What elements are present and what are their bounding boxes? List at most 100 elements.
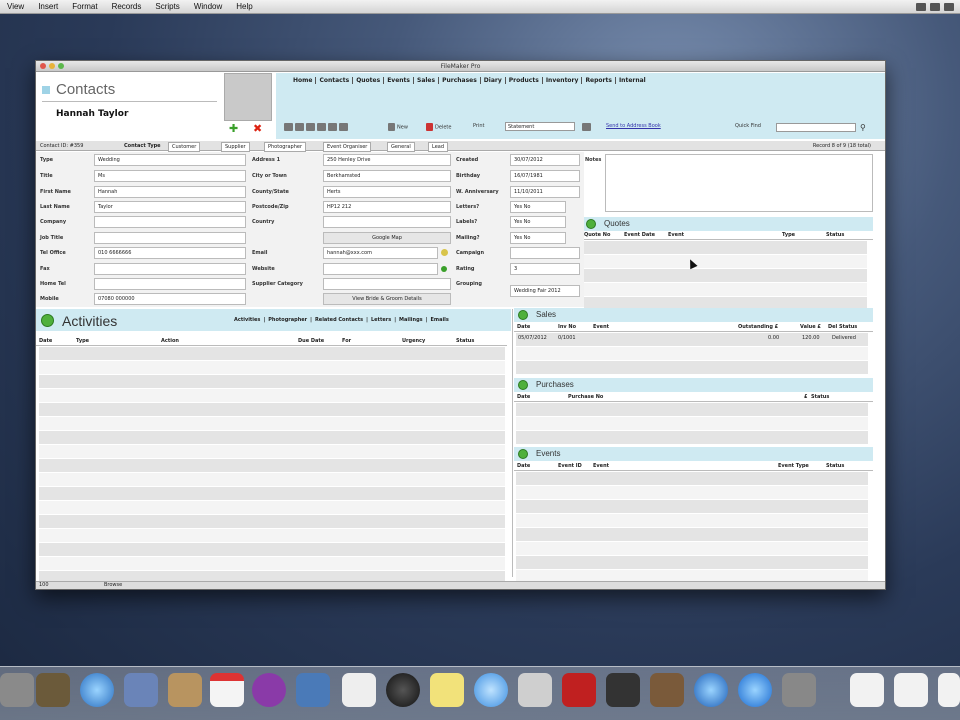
send-to-address-book-link[interactable]: Send to Address Book bbox=[606, 123, 661, 129]
last-name-field[interactable]: Taylor bbox=[94, 201, 246, 213]
table-row[interactable] bbox=[516, 417, 868, 431]
notes-field[interactable] bbox=[605, 154, 873, 212]
delete-button[interactable]: Delete bbox=[426, 123, 451, 131]
related-contacts-link[interactable]: Related Contacts bbox=[315, 317, 363, 323]
last-record-icon[interactable] bbox=[339, 123, 348, 131]
table-row[interactable] bbox=[516, 500, 868, 514]
table-row[interactable] bbox=[516, 542, 868, 556]
city-field[interactable]: Berkhamsted bbox=[323, 170, 451, 182]
nav-internal[interactable]: Internal bbox=[616, 77, 649, 84]
messages-icon[interactable] bbox=[474, 673, 508, 707]
table-row[interactable] bbox=[516, 361, 868, 375]
table-row[interactable] bbox=[39, 417, 505, 431]
birthday-field[interactable]: 16/07/1981 bbox=[510, 170, 580, 182]
prev-record-icon[interactable] bbox=[295, 123, 304, 131]
nav-events[interactable]: Events bbox=[384, 77, 414, 84]
document-icon[interactable] bbox=[894, 673, 928, 707]
document-icon[interactable] bbox=[850, 673, 884, 707]
letters-link[interactable]: Letters bbox=[371, 317, 391, 323]
table-row[interactable] bbox=[584, 255, 867, 269]
email-icon[interactable] bbox=[441, 249, 448, 256]
contact-photo[interactable] bbox=[224, 73, 272, 121]
type-event-organiser[interactable]: Event Organiser bbox=[323, 142, 372, 152]
calendar-icon[interactable] bbox=[210, 673, 244, 707]
type-lead[interactable]: Lead bbox=[428, 142, 449, 152]
first-record-icon[interactable] bbox=[284, 123, 293, 131]
table-row[interactable] bbox=[516, 528, 868, 542]
nav-products[interactable]: Products bbox=[506, 77, 543, 84]
type-supplier[interactable]: Supplier bbox=[221, 142, 250, 152]
web-link-icon[interactable] bbox=[441, 266, 447, 272]
title-field[interactable]: Ms bbox=[94, 170, 246, 182]
table-row[interactable] bbox=[516, 403, 868, 417]
fax-field[interactable] bbox=[94, 263, 246, 275]
close-window-icon[interactable] bbox=[40, 63, 46, 69]
photo-booth-icon[interactable] bbox=[386, 673, 420, 707]
table-row[interactable] bbox=[39, 473, 505, 487]
nav-sales[interactable]: Sales bbox=[414, 77, 440, 84]
mode-indicator[interactable]: Browse bbox=[104, 582, 122, 589]
spotlight-icon[interactable] bbox=[944, 2, 954, 11]
table-row[interactable] bbox=[39, 375, 505, 389]
job-title-field[interactable] bbox=[94, 232, 246, 244]
table-row[interactable] bbox=[516, 472, 868, 486]
zoom-window-icon[interactable] bbox=[58, 63, 64, 69]
grouping-field[interactable]: Wedding Fair 2012 bbox=[510, 285, 580, 297]
contacts-book-icon[interactable] bbox=[168, 673, 202, 707]
menu-help[interactable]: Help bbox=[229, 2, 259, 11]
quick-find-input[interactable] bbox=[776, 123, 856, 132]
activities-link[interactable]: Activities bbox=[234, 317, 260, 323]
photo-app-icon[interactable] bbox=[562, 673, 596, 707]
safari-icon[interactable] bbox=[80, 673, 114, 707]
bride-groom-button[interactable]: View Bride & Groom Details bbox=[323, 293, 451, 305]
postcode-field[interactable]: HP12 212 bbox=[323, 201, 451, 213]
table-row[interactable] bbox=[39, 501, 505, 515]
dock-photo-app-icon[interactable] bbox=[36, 673, 70, 707]
system-preferences-icon[interactable] bbox=[782, 673, 816, 707]
address-book-icon[interactable] bbox=[582, 123, 593, 131]
minimize-window-icon[interactable] bbox=[49, 63, 55, 69]
find-icon[interactable] bbox=[306, 123, 315, 131]
emails-link[interactable]: Emails bbox=[430, 317, 448, 323]
table-row[interactable] bbox=[516, 431, 868, 445]
table-row[interactable] bbox=[39, 445, 505, 459]
country-field[interactable] bbox=[323, 216, 451, 228]
company-field[interactable] bbox=[94, 216, 246, 228]
table-row[interactable] bbox=[39, 403, 505, 417]
anniversary-field[interactable]: 11/10/2011 bbox=[510, 186, 580, 198]
text-edit-icon[interactable] bbox=[342, 673, 376, 707]
address1-field[interactable]: 250 Henley Drive bbox=[323, 154, 451, 166]
table-row[interactable]: 05/07/2012 0/1001 0.00 120.00 Delivered bbox=[516, 333, 868, 347]
facetime-icon[interactable] bbox=[518, 673, 552, 707]
google-map-button[interactable]: Google Map bbox=[323, 232, 451, 244]
sort-icon[interactable] bbox=[317, 123, 326, 131]
tel-office-field[interactable]: 010 6666666 bbox=[94, 247, 246, 259]
campaign-field[interactable] bbox=[510, 247, 580, 259]
letters-radio[interactable]: Yes No bbox=[510, 201, 566, 213]
table-row[interactable] bbox=[584, 241, 867, 255]
add-activity-icon[interactable] bbox=[41, 314, 54, 327]
nav-inventory[interactable]: Inventory bbox=[543, 77, 583, 84]
menu-view[interactable]: View bbox=[0, 2, 31, 11]
dock-app-icon[interactable] bbox=[0, 673, 34, 707]
mailing-radio[interactable]: Yes No bbox=[510, 232, 566, 244]
email-field[interactable]: hannah@xxx.com bbox=[323, 247, 438, 259]
notes-icon[interactable] bbox=[430, 673, 464, 707]
battery-icon[interactable] bbox=[916, 2, 926, 11]
first-name-field[interactable]: Hannah bbox=[94, 186, 246, 198]
table-row[interactable] bbox=[39, 347, 505, 361]
app-store-icon[interactable] bbox=[738, 673, 772, 707]
table-row[interactable] bbox=[516, 514, 868, 528]
menu-records[interactable]: Records bbox=[105, 2, 149, 11]
table-row[interactable] bbox=[39, 487, 505, 501]
menu-format[interactable]: Format bbox=[65, 2, 104, 11]
table-row[interactable] bbox=[516, 486, 868, 500]
rating-field[interactable]: 3 bbox=[510, 263, 580, 275]
menu-insert[interactable]: Insert bbox=[31, 2, 65, 11]
type-customer[interactable]: Customer bbox=[168, 142, 201, 152]
type-photographer[interactable]: Photographer bbox=[264, 142, 307, 152]
county-field[interactable]: Herts bbox=[323, 186, 451, 198]
table-row[interactable] bbox=[584, 283, 867, 297]
print-select[interactable]: Statement bbox=[505, 122, 575, 131]
supplier-category-field[interactable] bbox=[323, 278, 451, 290]
